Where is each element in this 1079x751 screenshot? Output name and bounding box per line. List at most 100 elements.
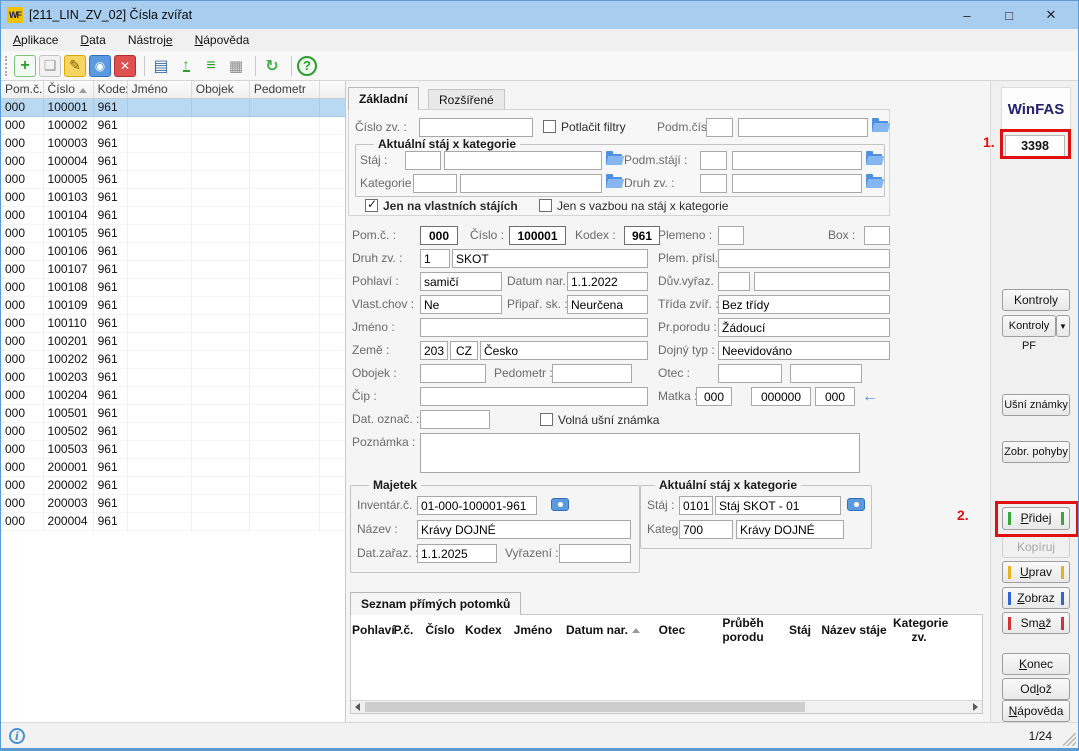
resize-grip[interactable] [1063,733,1076,746]
dojny-typ-field[interactable] [718,341,890,360]
napoveda-button[interactable]: Nápověda [1002,700,1070,722]
zeme-field[interactable] [480,341,648,360]
duv-vyraz-code-field[interactable] [718,272,750,291]
obojek-field[interactable] [420,364,486,383]
kontroly-pf-dropdown-icon[interactable]: ▼ [1056,315,1070,337]
table-row[interactable]: 000100105961 [1,224,346,242]
menu-item-napoveda[interactable]: Nápověda [187,31,258,49]
konec-button[interactable]: Konec [1002,653,1070,675]
majetek-view-icon[interactable] [551,498,569,511]
minimize-button[interactable]: – [946,8,988,23]
export-icon[interactable]: ↑ [175,55,197,77]
animal-col-pom-c[interactable]: Pom.č. [1,81,43,98]
animal-col-kodex[interactable]: Kodex [93,81,127,98]
kategorie-filter-input[interactable] [460,174,602,193]
podm-cisel-folder-icon[interactable] [872,121,888,132]
pedometr-field[interactable] [552,364,632,383]
table-row[interactable]: 000100202961 [1,350,346,368]
table-row[interactable]: 000200004961 [1,512,346,530]
table-row[interactable]: 000100110961 [1,314,346,332]
kopiruj-button[interactable]: Kopíruj [1002,536,1070,558]
table-row[interactable]: 000100502961 [1,422,346,440]
potomci-col-otec[interactable]: Otec [642,615,702,645]
dat-oznac-field[interactable] [420,410,490,429]
pripar-sk-field[interactable] [567,295,648,314]
pom-c-field[interactable] [420,226,458,245]
duv-vyraz-field[interactable] [754,272,890,291]
scroll-thumb[interactable] [365,702,805,712]
plemeno-field[interactable] [718,226,744,245]
potomci-col-nazev[interactable]: Název [946,615,983,645]
cip-field[interactable] [420,387,648,406]
table-row[interactable]: 000100005961 [1,170,346,188]
potomci-col-jmeno[interactable]: Jméno [502,615,564,645]
menu-item-aplikace[interactable]: Aplikace [5,31,66,49]
otec-code-field[interactable] [718,364,782,383]
table-row[interactable]: 000100204961 [1,386,346,404]
druh-zv-filter-input[interactable] [732,174,862,193]
zeme-code-field[interactable] [420,341,448,360]
refresh-icon[interactable]: ↻ [261,55,283,77]
cislo-field[interactable] [509,226,566,245]
tab-zakladni[interactable]: Základní [348,87,419,110]
poznamka-field[interactable] [420,433,860,473]
table-row[interactable]: 000200002961 [1,476,346,494]
table-row[interactable]: 000100108961 [1,278,346,296]
table-row[interactable]: 000100103961 [1,188,346,206]
dat-zaraz-field[interactable] [417,544,497,563]
table-row[interactable]: 000100503961 [1,440,346,458]
list-icon[interactable]: ≡ [200,55,222,77]
scroll-left-icon[interactable] [351,701,364,713]
table-row[interactable]: 000100203961 [1,368,346,386]
inventar-c-field[interactable] [417,496,537,515]
staj-filter-folder-icon[interactable] [606,154,622,165]
close-button[interactable]: ✕ [1030,7,1072,23]
potomci-col-kategorie-zv[interactable]: Kategorie zv. [892,615,946,645]
table-row[interactable]: 000100106961 [1,242,346,260]
potomci-hscrollbar[interactable] [351,700,982,713]
trida-zvir-field[interactable] [718,295,890,314]
kategorie-filter-folder-icon[interactable] [606,177,622,188]
animal-col-pedometr[interactable]: Pedometr [249,81,319,98]
potomci-col-datum-nar[interactable]: Datum nar. [564,615,642,645]
zeme-iso-field[interactable] [450,341,478,360]
scroll-right-icon[interactable] [969,701,982,713]
pridej-button[interactable]: Přidej [1002,507,1070,530]
menu-item-nastroje[interactable]: Nástroje [120,31,181,49]
table-icon[interactable]: ▦ [225,55,247,77]
potomci-col-cislo[interactable]: Číslo [416,615,464,645]
kontroly-pf-button[interactable]: Kontroly PF [1002,315,1056,337]
animal-col-cislo[interactable]: Číslo [43,81,93,98]
jen-vazba-checkbox[interactable] [539,199,552,212]
staj-kat-staj-field[interactable] [715,496,841,515]
druh-zv-field[interactable] [452,249,648,268]
smaz-button[interactable]: Smaž [1002,612,1070,634]
druh-zv-filter-folder-icon[interactable] [866,177,882,188]
potomci-col-prubeh-porodu[interactable]: Průběh porodu [702,615,784,645]
box-field[interactable] [864,226,890,245]
menu-item-data[interactable]: Data [72,31,113,49]
druh-zv-code-field[interactable] [420,249,450,268]
help-icon[interactable]: ? [297,56,317,76]
add-icon[interactable]: + [14,55,36,77]
animal-col-obojek[interactable]: Obojek [191,81,249,98]
toolbar-grip[interactable] [5,56,9,76]
table-row[interactable]: 000100004961 [1,152,346,170]
staj-kat-kateg-field[interactable] [736,520,844,539]
matka-back-arrow-icon[interactable]: ← [862,387,878,406]
staj-filter-code-input[interactable] [405,151,441,170]
table-row[interactable]: 000200003961 [1,494,346,512]
jen-vlastnich-checkbox[interactable] [365,199,378,212]
edit-icon[interactable]: ✎ [64,55,86,77]
staj-kat-kateg-code-field[interactable] [679,520,733,539]
otec-field[interactable] [790,364,862,383]
print-icon[interactable]: ▤ [150,55,172,77]
jmeno-field[interactable] [420,318,648,337]
majetek-nazev-field[interactable] [417,520,631,539]
kategorie-filter-code-input[interactable] [413,174,457,193]
maximize-button[interactable]: □ [988,8,1030,23]
table-row[interactable]: 000100501961 [1,404,346,422]
potomci-col-staj[interactable]: Stáj [784,615,816,645]
potomci-col-nazev-staje[interactable]: Název stáje [816,615,892,645]
zobr-pohyby-button[interactable]: Zobr. pohyby [1002,441,1070,463]
